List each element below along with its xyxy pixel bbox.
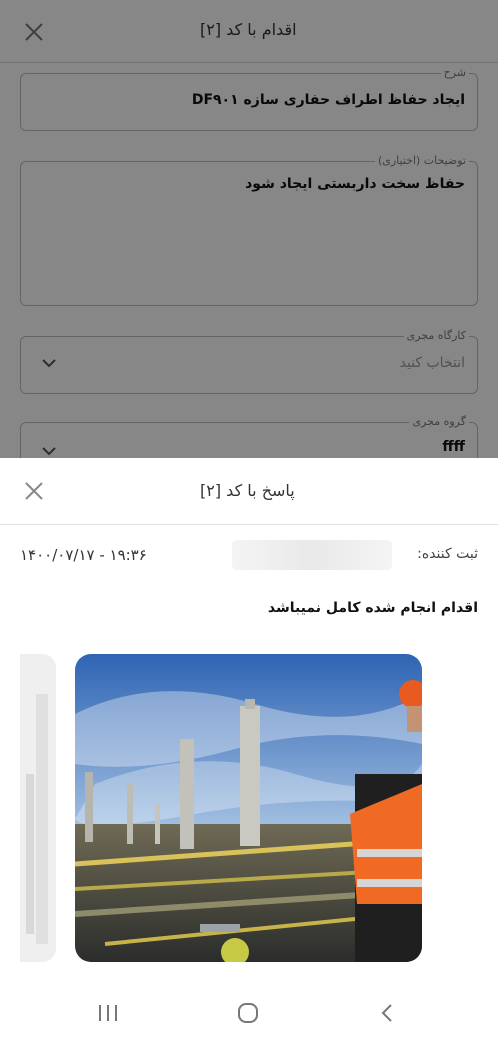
home-icon [238,1003,258,1023]
response-sheet: پاسخ با کد [۲] ۱۹:۳۶ - ۱۴۰۰/۰۷/۱۷ ثبت کن… [0,458,498,1041]
recorder-name-redacted [232,540,392,570]
close-icon [25,482,43,500]
back-button[interactable] [374,1001,400,1025]
recent-apps-button[interactable] [93,1001,123,1025]
carousel-image-partial[interactable] [20,654,56,962]
home-button[interactable] [233,1000,263,1026]
back-icon [381,1004,392,1022]
refinery-photo [75,654,422,962]
recorder-label: ثبت کننده: [417,546,478,562]
photo-fragment [20,654,56,962]
modal-overlay[interactable] [0,0,498,470]
datetime: ۱۹:۳۶ - ۱۴۰۰/۰۷/۱۷ [20,546,147,564]
meta-row: ۱۹:۳۶ - ۱۴۰۰/۰۷/۱۷ ثبت کننده: [0,538,498,574]
recent-apps-icon [99,1005,117,1021]
response-text: اقدام انجام شده کامل نمیباشد [267,600,478,616]
sheet-header: پاسخ با کد [۲] [0,458,498,525]
close-sheet-button[interactable] [16,473,52,509]
sheet-title: پاسخ با کد [۲] [200,481,295,500]
system-nav-bar [0,983,498,1041]
carousel-image-main[interactable] [75,654,422,962]
